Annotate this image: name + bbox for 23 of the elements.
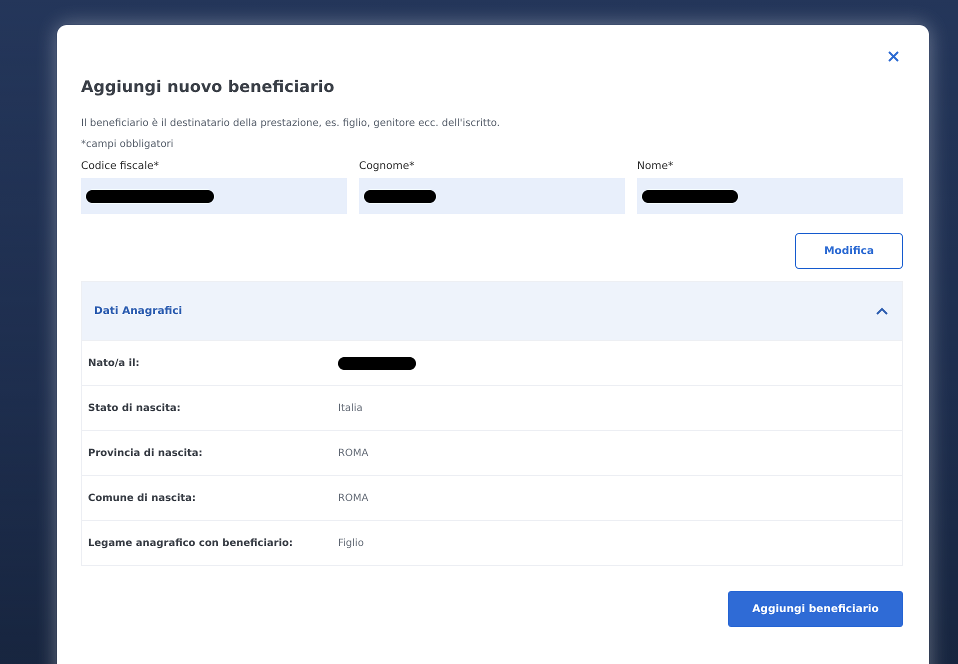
edit-button[interactable]: Modifica xyxy=(795,233,903,269)
required-note: *campi obbligatori xyxy=(81,139,174,150)
row-label: Provincia di nascita: xyxy=(88,448,204,458)
description-text: Il beneficiario è il destinatario della prestazione, es. figlio, genitore ecc. dell'iscritto. xyxy=(81,118,501,129)
accordion-header[interactable]: Dati Anagrafici xyxy=(82,282,902,340)
row-label: Comune di nascita: xyxy=(88,492,197,504)
row-value: Italia xyxy=(338,402,363,414)
input-field[interactable] xyxy=(81,178,347,214)
field-label: Cognome* xyxy=(359,160,416,172)
row-label: Stato di nascita: xyxy=(88,402,182,414)
row-value: ROMA xyxy=(338,448,368,458)
row-label: Legame anagrafico con beneficiario: xyxy=(88,538,294,548)
field-label: Nome* xyxy=(637,160,674,172)
row-label: Nato/a il: xyxy=(88,358,141,368)
field-label: Codice fiscale* xyxy=(81,160,160,172)
input-field[interactable] xyxy=(637,178,903,214)
row-value: Figlio xyxy=(338,538,364,548)
input-field[interactable] xyxy=(359,178,625,214)
section-title: Dati Anagrafici xyxy=(94,305,182,317)
row-value: ROMA xyxy=(338,492,368,504)
chevron-icon[interactable] xyxy=(874,305,890,317)
dialog-title: Aggiungi nuovo beneficiario xyxy=(81,77,336,96)
add-beneficiary-button[interactable]: Aggiungi beneficiario xyxy=(728,591,903,627)
